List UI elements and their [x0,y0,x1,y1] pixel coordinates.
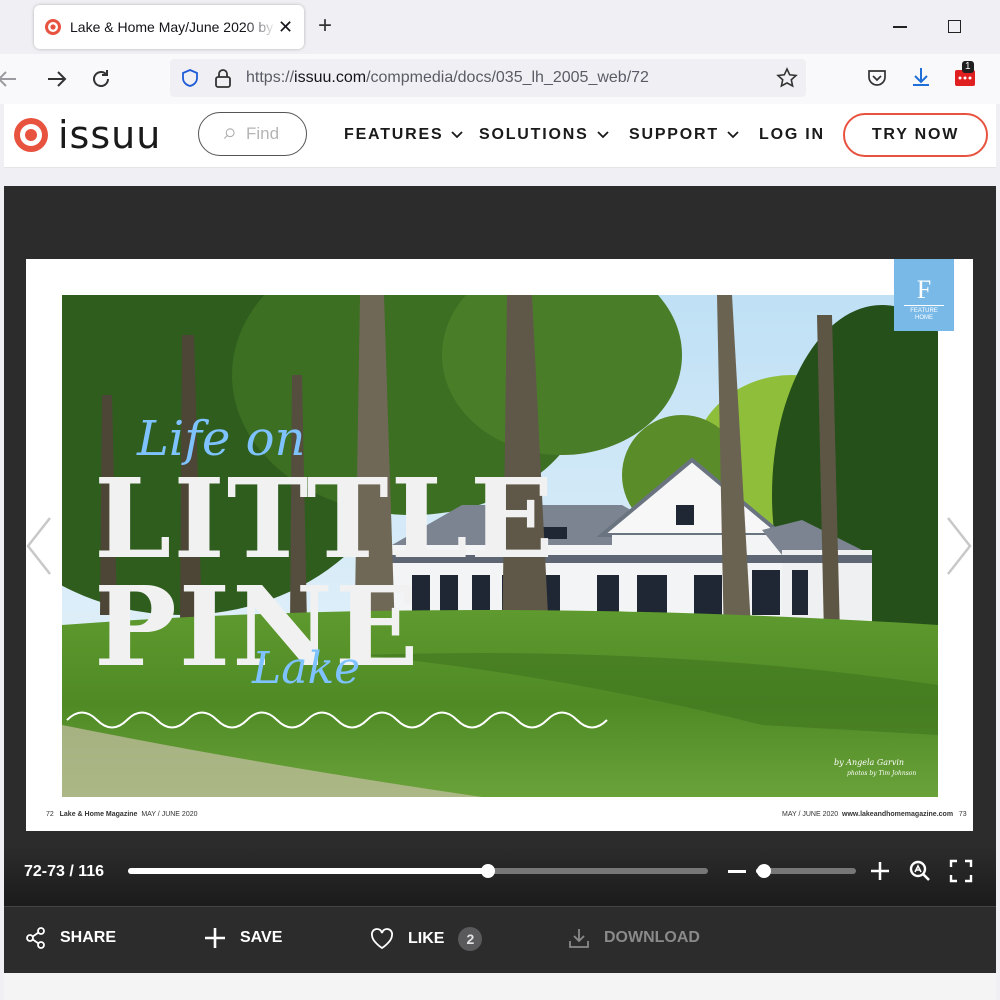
folio-right-number: 73 [958,811,967,818]
like-label: LIKE [408,930,445,947]
issuu-logo[interactable]: issuu [12,116,161,154]
issuu-favicon-icon [45,19,61,35]
like-count-badge: 2 [458,927,483,951]
search-icon [223,128,235,139]
menu-features[interactable]: FEATURES [344,126,464,144]
search-input[interactable] [246,124,306,144]
lock-icon[interactable] [214,68,232,88]
byline: by Angela Garvin [834,758,904,767]
download-button[interactable]: DOWNLOAD [568,927,700,949]
next-page-arrow-icon[interactable] [944,516,974,576]
extension-badge: 1 [962,61,974,73]
url-text[interactable]: https://issuu.com/compmedia/docs/035_lh_… [246,69,649,87]
cover-photo: Life on LITTLE PINE Lake by Angela Garvi… [62,295,938,797]
folio-right: MAY / JUNE 2020 www.lakeandhomemagazine.… [782,811,967,818]
zoom-slider[interactable] [756,864,856,878]
browser-tab-bar: Lake & Home May/June 2020 by ✕ + [0,0,1000,54]
previous-page-arrow-icon[interactable] [24,516,54,576]
reload-icon[interactable] [88,66,114,92]
menu-solutions-label: SOLUTIONS [479,126,589,143]
logo-text: issuu [58,113,162,157]
search-box[interactable] [198,112,307,156]
site-header: issuu FEATURES SOLUTIONS SUPPORT LOG IN … [4,104,996,168]
folio-left-magazine: Lake & Home Magazine [59,811,138,818]
share-icon [26,927,45,949]
tracking-shield-icon[interactable] [180,68,200,88]
chevron-down-icon [596,131,609,139]
share-button[interactable]: SHARE [26,927,116,949]
back-arrow-icon[interactable] [0,66,20,92]
folio-left: 72 Lake & Home Magazine MAY / JUNE 2020 [46,811,198,818]
download-label: DOWNLOAD [604,929,700,946]
url-host: issuu.com [294,69,367,86]
magnifier-icon[interactable] [908,859,932,883]
progress-fill [128,868,488,874]
feature-label-2: HOME [915,315,933,321]
login-link[interactable]: LOG IN [759,126,825,144]
page-bottom-strip [4,973,996,1000]
chevron-down-icon [451,131,464,139]
heart-icon [371,928,393,950]
download-icon [569,929,589,948]
url-path: /compmedia/docs/035_lh_2005_web/72 [366,69,649,86]
window-maximize-button[interactable] [948,20,961,33]
address-bar[interactable]: https://issuu.com/compmedia/docs/035_lh_… [170,59,806,97]
window-minimize-button[interactable] [893,26,907,28]
folio-right-date: MAY / JUNE 2020 [782,811,839,818]
like-button[interactable]: LIKE 2 [370,927,483,951]
plus-icon [205,928,225,948]
save-button[interactable]: SAVE [204,927,282,949]
save-label: SAVE [240,929,283,946]
zoom-out-button[interactable] [728,870,746,873]
pocket-icon[interactable] [866,66,888,88]
menu-solutions[interactable]: SOLUTIONS [479,126,609,144]
tab-close-icon[interactable]: ✕ [278,18,293,36]
progress-handle[interactable] [480,864,495,878]
tab-title: Lake & Home May/June 2020 by [70,19,274,35]
document-reader: Life on LITTLE PINE Lake by Angela Garvi… [4,186,996,973]
downloads-icon[interactable] [910,66,932,88]
page-spread[interactable]: Life on LITTLE PINE Lake by Angela Garvi… [26,259,973,831]
url-scheme: https:// [246,69,295,86]
browser-nav-bar: https://issuu.com/compmedia/docs/035_lh_… [0,54,1000,104]
browser-tab[interactable]: Lake & Home May/June 2020 by ✕ [34,5,304,49]
zoom-handle[interactable] [757,864,771,878]
folio-left-date: MAY / JUNE 2020 [141,811,198,818]
menu-support-label: SUPPORT [629,126,719,143]
menu-support[interactable]: SUPPORT [629,126,739,144]
chevron-down-icon [727,131,739,139]
zoom-in-icon[interactable] [870,861,890,881]
page-counter: 72-73 / 116 [24,863,105,880]
action-bar: SHARE SAVE LIKE 2 DOWNLOAD [4,906,996,973]
page-progress-slider[interactable] [128,864,708,878]
issuu-logo-icon [14,118,48,152]
forward-arrow-icon[interactable] [44,66,70,92]
try-now-button[interactable]: TRY NOW [843,113,988,157]
share-label: SHARE [60,929,117,946]
title-script-bottom: Lake [251,643,360,694]
lake-house-photo: Life on LITTLE PINE Lake by Angela Garvi… [62,295,938,797]
photo-credit: photos by Tim Johnson [847,770,916,777]
menu-features-label: FEATURES [344,126,444,143]
new-tab-button[interactable]: + [318,14,332,38]
folio-left-number: 72 [46,811,54,818]
folio-right-url: www.lakeandhomemagazine.com [842,811,954,818]
feature-label: FEATURE HOME [904,305,944,322]
bookmark-star-icon[interactable] [776,67,798,89]
feature-letter: F [916,275,932,304]
feature-home-badge: F FEATURE HOME [894,259,954,331]
feature-label-1: FEATURE [910,308,938,314]
fullscreen-icon[interactable] [949,859,973,883]
reader-controls: 72-73 / 116 [4,846,996,906]
